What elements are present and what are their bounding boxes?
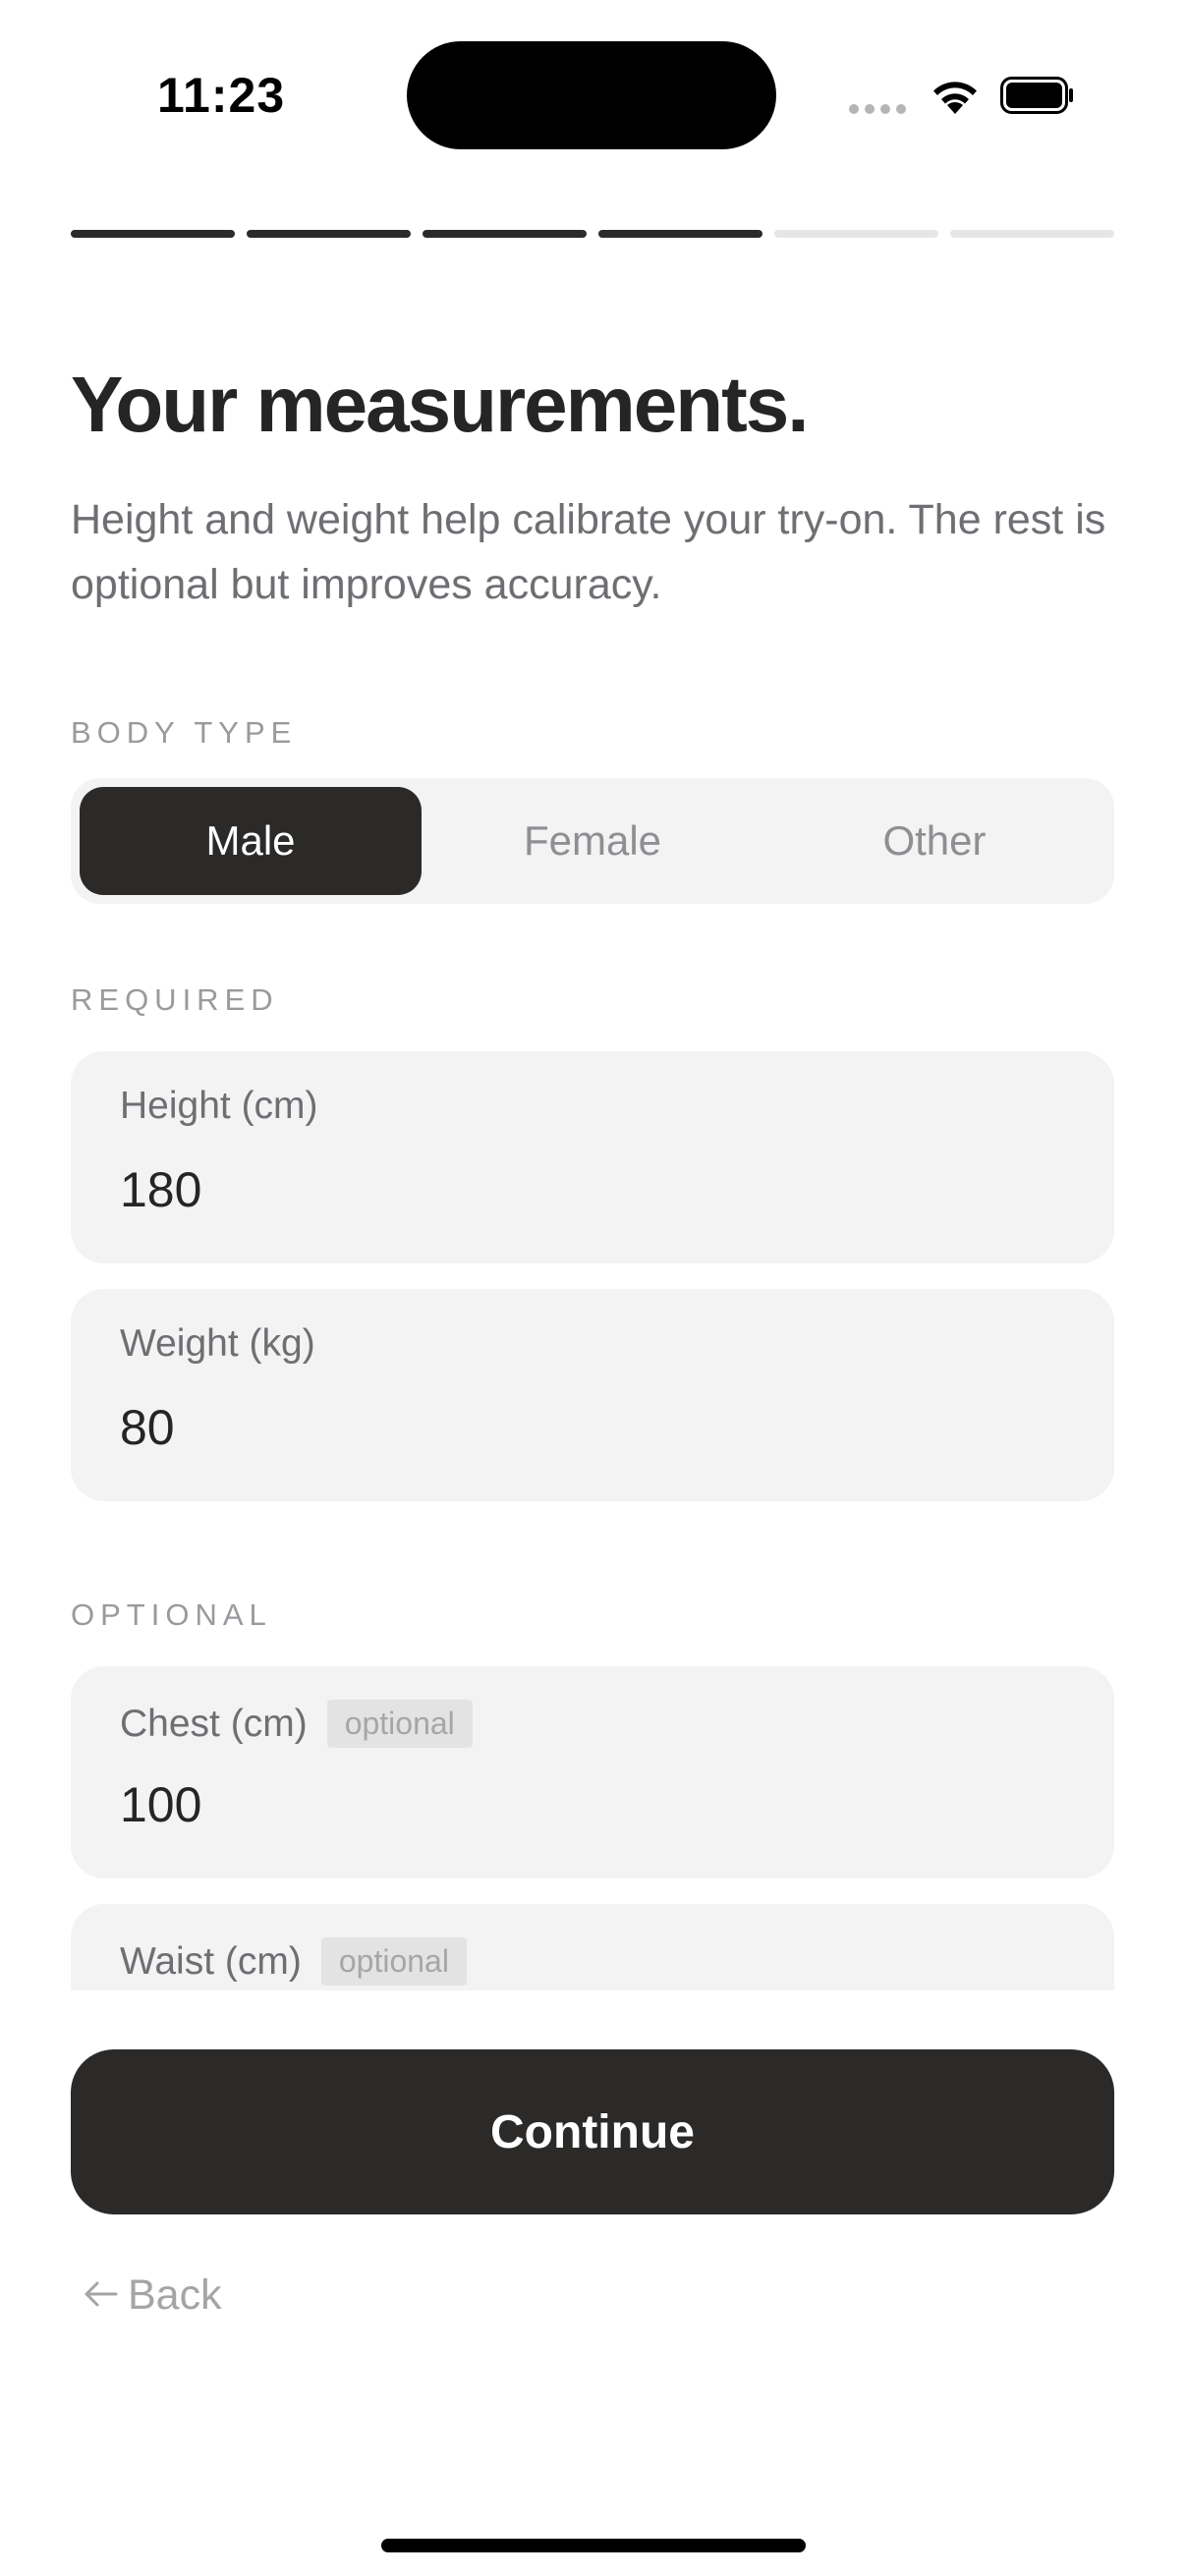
weight-input[interactable]: 80 <box>120 1399 175 1456</box>
optional-section-label: OPTIONAL <box>71 1597 272 1632</box>
home-indicator <box>381 2539 806 2552</box>
onboarding-progress <box>71 230 1114 240</box>
height-field[interactable]: Height (cm) 180 <box>71 1051 1114 1263</box>
page-subtitle: Height and weight help calibrate your tr… <box>71 496 1106 608</box>
body-type-option-other[interactable]: Other <box>763 787 1105 895</box>
progress-segment <box>71 230 235 238</box>
progress-segment <box>598 230 762 238</box>
progress-segment <box>247 230 411 238</box>
cellular-signal-icon <box>849 104 906 114</box>
optional-badge: optional <box>320 1937 467 1986</box>
progress-segment <box>950 230 1114 238</box>
arrow-left-icon <box>83 2271 118 2320</box>
page-title: Your measurements. <box>71 361 809 448</box>
chest-field-label: Chest (cm) <box>120 1702 308 1745</box>
back-link[interactable]: Back <box>83 2271 222 2320</box>
wifi-icon <box>928 75 983 121</box>
optional-badge: optional <box>326 1700 473 1748</box>
body-type-option-male[interactable]: Male <box>80 787 422 895</box>
dynamic-island <box>407 41 776 149</box>
progress-segment <box>774 230 938 238</box>
progress-segment <box>423 230 587 238</box>
body-type-segmented-control: Male Female Other <box>71 778 1114 904</box>
weight-field-label: Weight (kg) <box>120 1322 315 1365</box>
back-label: Back <box>128 2271 222 2319</box>
status-time: 11:23 <box>157 68 286 123</box>
continue-button[interactable]: Continue <box>71 2049 1114 2214</box>
body-type-option-female[interactable]: Female <box>422 787 763 895</box>
height-field-label: Height (cm) <box>120 1085 318 1127</box>
chest-field[interactable]: Chest (cm) optional 100 <box>71 1666 1114 1878</box>
waist-field-label: Waist (cm) <box>120 1939 302 1983</box>
waist-field[interactable]: Waist (cm) optional <box>71 1904 1114 1990</box>
weight-field[interactable]: Weight (kg) 80 <box>71 1289 1114 1501</box>
height-input[interactable]: 180 <box>120 1161 201 1218</box>
body-type-section-label: BODY TYPE <box>71 715 298 750</box>
optional-fields-scroll[interactable]: Chest (cm) optional 100 Waist (cm) optio… <box>0 1647 1185 1990</box>
battery-icon <box>1000 77 1075 119</box>
chest-input[interactable]: 100 <box>120 1776 201 1833</box>
required-section-label: REQUIRED <box>71 982 279 1017</box>
